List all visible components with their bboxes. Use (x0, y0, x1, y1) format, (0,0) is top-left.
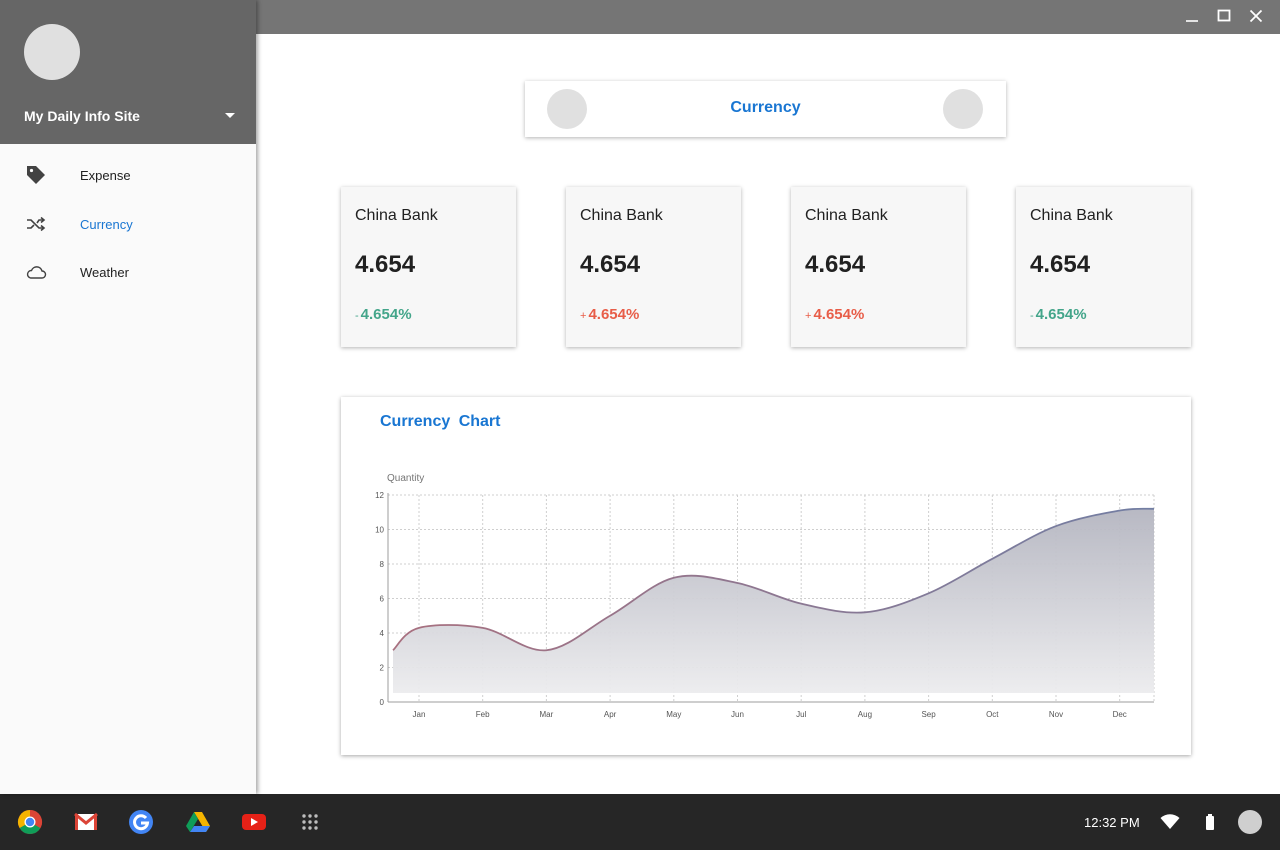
rate-card[interactable]: China Bank 4.654 +4.654% (791, 187, 966, 347)
sidebar-item-label: Currency (80, 216, 133, 232)
rate-change: -4.654% (1030, 306, 1087, 323)
taskbar: 12:32 PM (0, 794, 1280, 850)
y-axis-label: Quantity (387, 473, 424, 484)
header-right-avatar[interactable] (943, 89, 983, 129)
sidebar-header: My Daily Info Site (0, 0, 256, 144)
y-tick-label: 8 (380, 560, 385, 569)
rate-card[interactable]: China Bank 4.654 -4.654% (1016, 187, 1191, 347)
x-tick-label: Sep (921, 710, 936, 719)
change-sign: - (355, 310, 359, 322)
bank-name: China Bank (1030, 207, 1113, 224)
minimize-icon[interactable] (1176, 0, 1208, 32)
site-title: My Daily Info Site (24, 108, 140, 124)
sidebar-item-currency[interactable]: Currency (0, 200, 256, 248)
x-tick-label: May (666, 710, 681, 719)
rate-change: -4.654% (355, 306, 412, 323)
change-value: 4.654% (360, 306, 412, 323)
sidebar-item-label: Weather (80, 264, 129, 280)
change-value: 4.654% (813, 306, 865, 323)
youtube-icon[interactable] (238, 806, 270, 838)
y-tick-label: 6 (380, 595, 385, 604)
bank-name: China Bank (580, 207, 663, 224)
exchange-rate: 4.654 (355, 251, 416, 278)
sidebar-item-weather[interactable]: Weather (0, 248, 256, 296)
drive-icon[interactable] (182, 806, 214, 838)
currency-chart: Quantity 0 2 4 6 8 10 12 Jan Feb Mar Apr May Jun Jul A… (375, 473, 1155, 719)
change-sign: + (805, 310, 812, 322)
shuffle-icon (24, 212, 48, 236)
x-tick-label: Feb (476, 710, 490, 719)
y-tick-label: 0 (380, 698, 385, 707)
window-titlebar (256, 0, 1280, 34)
clock[interactable]: 12:32 PM (1084, 815, 1140, 830)
avatar[interactable] (24, 24, 80, 80)
dropdown-caret-icon[interactable] (220, 106, 240, 126)
rate-card[interactable]: China Bank 4.654 +4.654% (566, 187, 741, 347)
y-tick-label: 2 (380, 664, 385, 673)
rate-card[interactable]: China Bank 4.654 -4.654% (341, 187, 516, 347)
maximize-icon[interactable] (1208, 0, 1240, 32)
bank-name: China Bank (355, 207, 438, 224)
exchange-rate: 4.654 (1030, 251, 1091, 278)
x-tick-label: Jul (796, 710, 806, 719)
sidebar-item-label: Expense (80, 167, 131, 183)
tag-icon (24, 163, 48, 187)
battery-icon[interactable] (1198, 810, 1222, 834)
chrome-icon[interactable] (14, 806, 46, 838)
y-tick-label: 4 (380, 629, 385, 638)
wifi-icon[interactable] (1158, 810, 1182, 834)
change-value: 4.654% (1035, 306, 1087, 323)
rate-change: +4.654% (580, 306, 639, 323)
cloud-icon (24, 260, 48, 284)
x-tick-label: Mar (540, 710, 554, 719)
gmail-icon[interactable] (70, 806, 102, 838)
x-tick-label: Oct (986, 710, 999, 719)
change-sign: - (1030, 310, 1034, 322)
x-tick-label: Jan (413, 710, 426, 719)
account-avatar[interactable] (1238, 810, 1262, 834)
x-tick-label: Aug (858, 710, 872, 719)
change-sign: + (580, 310, 587, 322)
change-value: 4.654% (588, 306, 640, 323)
exchange-rate: 4.654 (805, 251, 866, 278)
google-icon[interactable] (125, 806, 157, 838)
sidebar-item-expense[interactable]: Expense (0, 151, 256, 199)
sidebar: My Daily Info Site Expense Currency Weat… (0, 0, 256, 794)
x-tick-label: Nov (1049, 710, 1063, 719)
page-header-card: Currency (525, 81, 1006, 137)
rate-change: +4.654% (805, 306, 864, 323)
x-tick-label: Apr (604, 710, 617, 719)
bank-name: China Bank (805, 207, 888, 224)
page-title: Currency (730, 99, 801, 116)
x-tick-label: Jun (731, 710, 744, 719)
y-tick-label: 12 (375, 491, 384, 500)
series-area (393, 508, 1154, 693)
x-tick-label: Dec (1113, 710, 1127, 719)
exchange-rate: 4.654 (580, 251, 641, 278)
chart-card: Currency Chart Quantity 0 2 4 6 8 10 12 Jan Feb M… (341, 397, 1191, 755)
launcher-icon[interactable] (294, 806, 326, 838)
y-tick-label: 10 (375, 526, 384, 535)
close-icon[interactable] (1240, 0, 1272, 32)
